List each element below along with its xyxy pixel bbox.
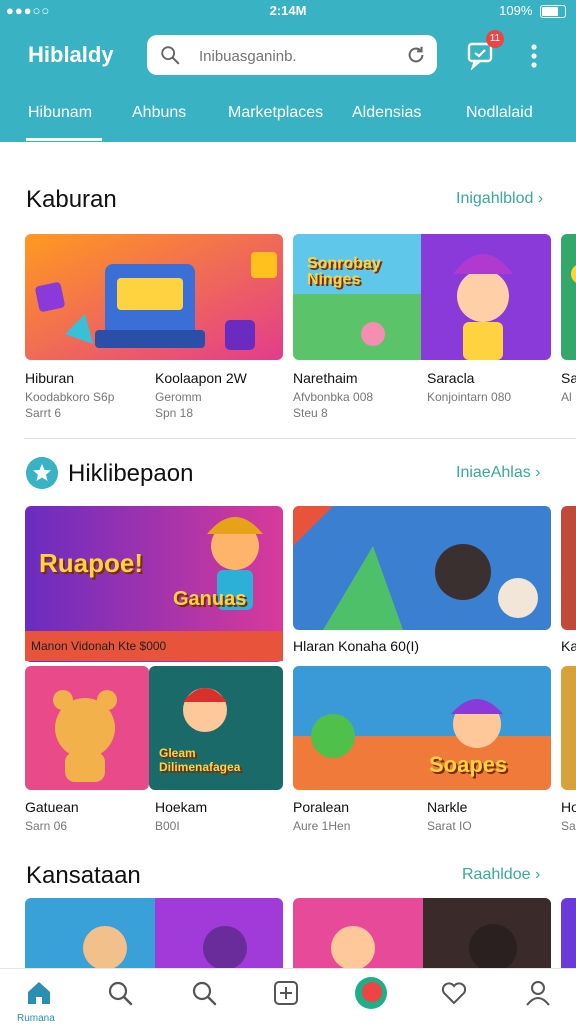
game-thumbnail[interactable]: Soapes (293, 666, 551, 790)
cartoon-artwork (293, 898, 551, 978)
thumbnail-art-title: Gleam Dilimenafagea (159, 746, 241, 774)
section-title: Kansataan (26, 862, 141, 889)
game-title: Hlaran Konaha 60(I) (293, 638, 420, 654)
active-tab-indicator (26, 138, 102, 141)
tab-albums[interactable]: Ahbuns (132, 104, 186, 122)
slot-machine-artwork (25, 234, 283, 360)
game-subtitle: B00I (155, 819, 180, 833)
see-all-link[interactable]: IniaeAhlas › (456, 464, 541, 482)
star-icon (26, 457, 58, 489)
thumbnail-art-title: Sonrobay Ninges (307, 255, 381, 288)
game-subtitle: Konjointarn 080 (427, 390, 512, 404)
game-thumbnail[interactable]: Sonrobay Ninges (293, 234, 551, 360)
battery-level: 109% (499, 3, 533, 18)
app-title: Hiblaldy (28, 42, 114, 67)
home-icon[interactable] (25, 979, 53, 1007)
tab-nodlalaid[interactable]: Nodlalaid (466, 104, 533, 122)
teddy-bear-artwork (25, 666, 149, 790)
tab-aldensias[interactable]: Aldensias (352, 104, 421, 122)
add-icon[interactable] (272, 979, 300, 1007)
explore-icon[interactable] (190, 979, 218, 1007)
cartoon-characters-artwork (293, 234, 551, 360)
game-title: Narethaim (293, 370, 358, 386)
game-subtitle: Aure 1Hen (293, 819, 351, 833)
game-thumbnail[interactable] (25, 666, 149, 790)
battery-indicator: 109% (499, 3, 566, 19)
search-bar[interactable] (147, 35, 437, 75)
tab-hiburan[interactable]: Hibunam (28, 104, 92, 122)
see-all-link[interactable]: Inigahlblod › (456, 190, 543, 208)
tab-marketplaces[interactable]: Marketplaces (228, 104, 323, 122)
game-subtitle: Afvbonbka 008 (293, 390, 374, 404)
battery-icon (540, 5, 566, 19)
live-record-icon[interactable] (355, 977, 387, 1009)
game-subtitle: Al (561, 390, 572, 404)
bear-adventure-artwork (293, 506, 551, 630)
category-tabs: Hibunam Ahbuns Marketplaces Aldensias No… (0, 102, 576, 142)
game-title: Koolaapon 2W (155, 370, 247, 386)
partial-artwork (561, 234, 576, 360)
game-thumbnail[interactable] (293, 898, 551, 978)
game-thumbnail-partial[interactable] (561, 898, 576, 978)
section-title: Kaburan (26, 186, 117, 213)
game-title: Sa (561, 370, 576, 386)
game-title: Poralean (293, 799, 350, 815)
game-title: Ho (561, 799, 576, 815)
game-title: Hiburan (25, 370, 75, 386)
status-bar: ●●●○○ 2:14M 109% (0, 0, 576, 22)
game-title: Saracla (427, 370, 475, 386)
game-meta: Spn 18 (155, 406, 194, 420)
more-options-icon[interactable] (522, 42, 546, 70)
game-subtitle: Sarn 06 (25, 819, 68, 833)
game-thumbnail-partial[interactable] (561, 234, 576, 360)
favorites-icon[interactable] (440, 979, 468, 1007)
cartoon-artwork (25, 898, 283, 978)
notification-badge: 11 (486, 30, 504, 48)
bottom-navigation: Rumana (0, 968, 576, 1025)
search-icon (161, 46, 180, 65)
game-title: Gatuean (25, 799, 79, 815)
banner-art-title: Ruapoe! (39, 548, 143, 578)
section-divider (24, 438, 576, 439)
partial-artwork (561, 506, 576, 630)
monster-party-artwork (293, 666, 551, 790)
game-meta: Sarrt 6 (25, 406, 62, 420)
game-subtitle: Koodabkoro S6p (25, 390, 115, 404)
nav-home-label[interactable]: Rumana (17, 1013, 55, 1024)
see-all-link[interactable]: Raahldoe › (462, 866, 540, 884)
thumbnail-art-title: Soapes (429, 752, 508, 777)
partial-artwork (561, 898, 576, 978)
game-subtitle: Geromm (155, 390, 202, 404)
game-thumbnail[interactable] (293, 506, 551, 630)
game-title: Hoekam (155, 799, 208, 815)
search-icon[interactable] (106, 979, 134, 1007)
search-input[interactable] (197, 41, 391, 71)
game-thumbnail-partial[interactable] (561, 506, 576, 630)
section-title: Hiklibepaon (68, 460, 194, 487)
clock: 2:14M (269, 3, 307, 18)
game-title: Ka (561, 638, 576, 654)
banner-caption: Manon Vidonah Kte $000 (25, 631, 283, 661)
game-thumbnail[interactable] (25, 898, 283, 978)
app-header: Hiblaldy 11 Hibunam Ahbuns Marketplaces … (0, 22, 576, 142)
refresh-icon[interactable] (405, 44, 427, 66)
banner-art-subtitle: Ganuas (173, 588, 247, 610)
game-thumbnail-partial[interactable] (561, 666, 576, 790)
partial-artwork (561, 666, 576, 790)
game-subtitle: Sarat IO (427, 819, 472, 833)
game-thumbnail[interactable]: Gleam Dilimenafagea (149, 666, 283, 790)
game-subtitle: Sa (561, 819, 576, 833)
game-title: Narkle (427, 799, 468, 815)
profile-icon[interactable] (524, 979, 552, 1007)
game-thumbnail[interactable] (25, 234, 283, 360)
game-meta: Steu 8 (293, 406, 328, 420)
